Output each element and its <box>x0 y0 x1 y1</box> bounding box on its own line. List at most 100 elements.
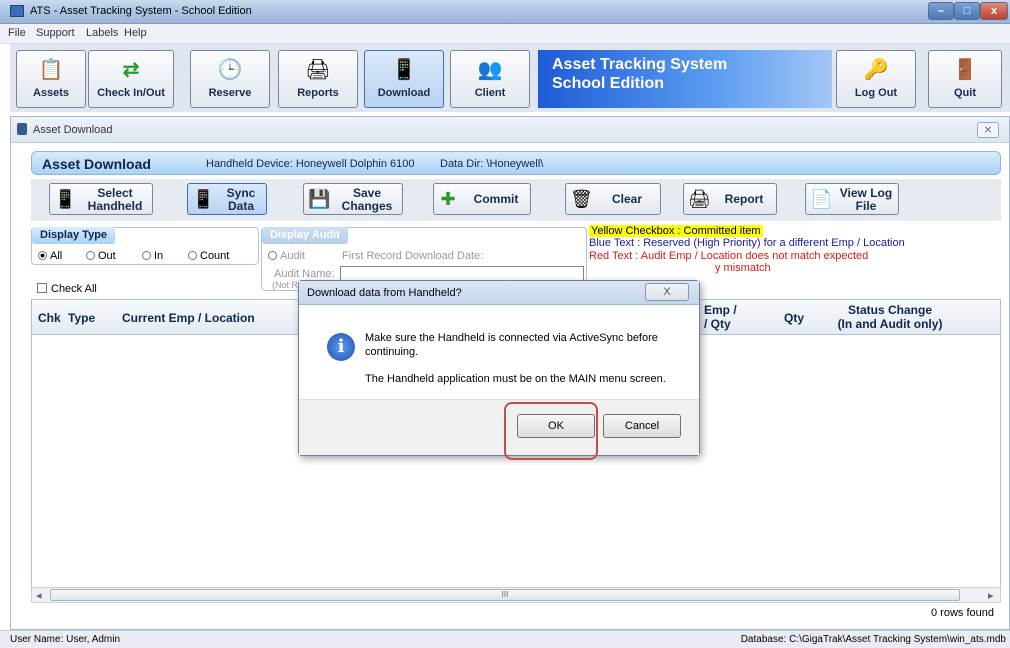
color-legend: Yellow Checkbox : Committed item Blue Te… <box>589 225 1009 274</box>
sync-label-2: Data <box>227 199 254 213</box>
commit-button[interactable]: ✚ Commit <box>433 183 531 215</box>
handheld-device-label: Handheld Device: Honeywell Dolphin 6100 <box>206 158 415 170</box>
printer-icon: 🖨 <box>305 59 331 81</box>
column-emp-qty[interactable]: / Qty <box>704 317 731 331</box>
radio-count[interactable]: Count <box>188 250 229 262</box>
audit-note-label: (Not R <box>272 280 299 290</box>
sync-handheld-icon: 📱 <box>192 189 215 209</box>
banner-subtitle: School Edition <box>552 75 664 92</box>
radio-icon <box>268 251 277 260</box>
inner-window-title: Asset Download <box>33 124 113 136</box>
display-audit-title: Display Audit <box>262 227 348 244</box>
clear-button[interactable]: 🗑 Clear <box>565 183 661 215</box>
user-name-label: User Name: User, Admin <box>10 634 121 645</box>
scroll-right-icon[interactable]: ▸ <box>988 589 994 602</box>
radio-icon <box>142 251 151 260</box>
report-label: Report <box>724 192 764 206</box>
cancel-button[interactable]: Cancel <box>603 414 681 438</box>
column-chk[interactable]: Chk <box>38 311 61 325</box>
banner-title: Asset Tracking System <box>552 56 728 73</box>
reports-label: Reports <box>297 87 339 99</box>
commit-label: Commit <box>473 192 519 206</box>
trash-can-icon: 🗑 <box>570 189 593 209</box>
reserve-label: Reserve <box>208 87 252 99</box>
check-in-out-label: Check In/Out <box>97 87 165 99</box>
select-handheld-button[interactable]: 📱 Select Handheld <box>49 183 153 215</box>
save-label-2: Changes <box>341 199 393 213</box>
handheld-icon: 📱 <box>391 59 417 81</box>
check-all-label: Check All <box>51 283 97 295</box>
view-log-file-button[interactable]: 📄 View Log File <box>805 183 899 215</box>
download-button[interactable]: 📱 Download <box>364 50 444 108</box>
column-current-emp-location[interactable]: Current Emp / Location <box>122 311 255 325</box>
legend-blue: Blue Text : Reserved (High Priority) for… <box>589 237 905 249</box>
check-in-out-button[interactable]: ⇄ Check In/Out <box>88 50 174 108</box>
horizontal-scrollbar[interactable]: ◂ III ▸ <box>31 587 1001 603</box>
app-icon <box>10 5 24 17</box>
report-button[interactable]: 🖨 Report <box>683 183 777 215</box>
column-emp[interactable]: Emp / <box>704 303 737 317</box>
dialog-close-button[interactable]: X <box>645 283 689 301</box>
clock-icon: 🕒 <box>217 59 243 81</box>
log-out-label: Log Out <box>854 87 898 99</box>
scroll-thumb[interactable]: III <box>50 589 960 601</box>
radio-all[interactable]: All <box>38 250 62 262</box>
status-bar: User Name: User, Admin Database: C:\Giga… <box>0 630 1010 648</box>
column-qty[interactable]: Qty <box>784 311 804 325</box>
command-bar: 📱 Select Handheld 📱 Sync Data 💾 Save Cha… <box>31 179 1001 221</box>
reports-button[interactable]: 🖨 Reports <box>278 50 358 108</box>
assets-button[interactable]: 📋 Assets <box>16 50 86 108</box>
reserve-button[interactable]: 🕒 Reserve <box>190 50 270 108</box>
rows-found-label: 0 rows found <box>931 607 994 619</box>
main-toolbar: 📋 Assets ⇄ Check In/Out 🕒 Reserve 🖨 Repo… <box>10 44 1010 112</box>
menu-file[interactable]: File <box>8 27 26 39</box>
client-button[interactable]: 👥 Client <box>450 50 530 108</box>
dialog-title-bar: Download data from Handheld? X <box>299 281 699 305</box>
assets-label: Assets <box>32 87 70 99</box>
dialog-message-2: The Handheld application must be on the … <box>365 373 666 385</box>
legend-yellow: Yellow Checkbox : Committed item <box>589 225 763 237</box>
close-button[interactable]: x <box>980 2 1008 20</box>
exit-door-icon: 🚪 <box>952 59 978 81</box>
dialog-footer: OK Cancel <box>299 399 699 455</box>
audit-name-label: Audit Name: <box>274 268 335 280</box>
menu-support[interactable]: Support <box>36 27 75 39</box>
column-status-change[interactable]: Status Change <box>828 303 952 317</box>
scroll-left-icon[interactable]: ◂ <box>36 589 42 602</box>
dialog-message-1: Make sure the Handheld is connected via … <box>365 332 658 358</box>
first-record-label: First Record Download Date: <box>342 250 484 262</box>
radio-in[interactable]: In <box>142 250 163 262</box>
inner-window-header: Asset Download ⨯ <box>11 117 1009 143</box>
column-status-change-note[interactable]: (In and Audit only) <box>828 317 952 331</box>
sync-data-button[interactable]: 📱 Sync Data <box>187 183 267 215</box>
download-confirm-dialog: Download data from Handheld? X i Make su… <box>298 280 700 456</box>
check-all-checkbox[interactable]: Check All <box>37 283 97 295</box>
client-label: Client <box>474 87 506 99</box>
title-bar: ATS - Asset Tracking System - School Edi… <box>0 0 1010 24</box>
handheld-icon: 📱 <box>54 189 77 209</box>
legend-red: Red Text : Audit Emp / Location does not… <box>589 250 869 262</box>
save-changes-button[interactable]: 💾 Save Changes <box>303 183 403 215</box>
menu-help[interactable]: Help <box>124 27 147 39</box>
menu-bar: File Support Labels Help <box>0 24 1010 44</box>
minimize-button[interactable]: – <box>928 2 954 20</box>
window-title: ATS - Asset Tracking System - School Edi… <box>30 5 252 17</box>
document-search-icon: 📄 <box>810 189 833 209</box>
quit-button[interactable]: 🚪 Quit <box>928 50 1002 108</box>
database-path-label: Database: C:\GigaTrak\Asset Tracking Sys… <box>740 634 1006 645</box>
window-icon <box>17 123 27 135</box>
clear-label: Clear <box>611 192 643 206</box>
menu-labels[interactable]: Labels <box>86 27 118 39</box>
key-icon: 🔑 <box>863 59 889 81</box>
column-type[interactable]: Type <box>68 311 95 325</box>
maximize-button[interactable]: □ <box>954 2 980 20</box>
info-icon: i <box>327 333 355 361</box>
log-out-button[interactable]: 🔑 Log Out <box>836 50 916 108</box>
radio-out[interactable]: Out <box>86 250 116 262</box>
legend-mismatch: y mismatch <box>715 262 771 274</box>
checkbox-icon <box>37 283 47 293</box>
radio-audit[interactable]: Audit <box>268 250 305 262</box>
inner-close-button[interactable]: ⨯ <box>977 122 999 138</box>
dialog-title: Download data from Handheld? <box>307 287 462 299</box>
section-title: Asset Download <box>42 156 151 172</box>
